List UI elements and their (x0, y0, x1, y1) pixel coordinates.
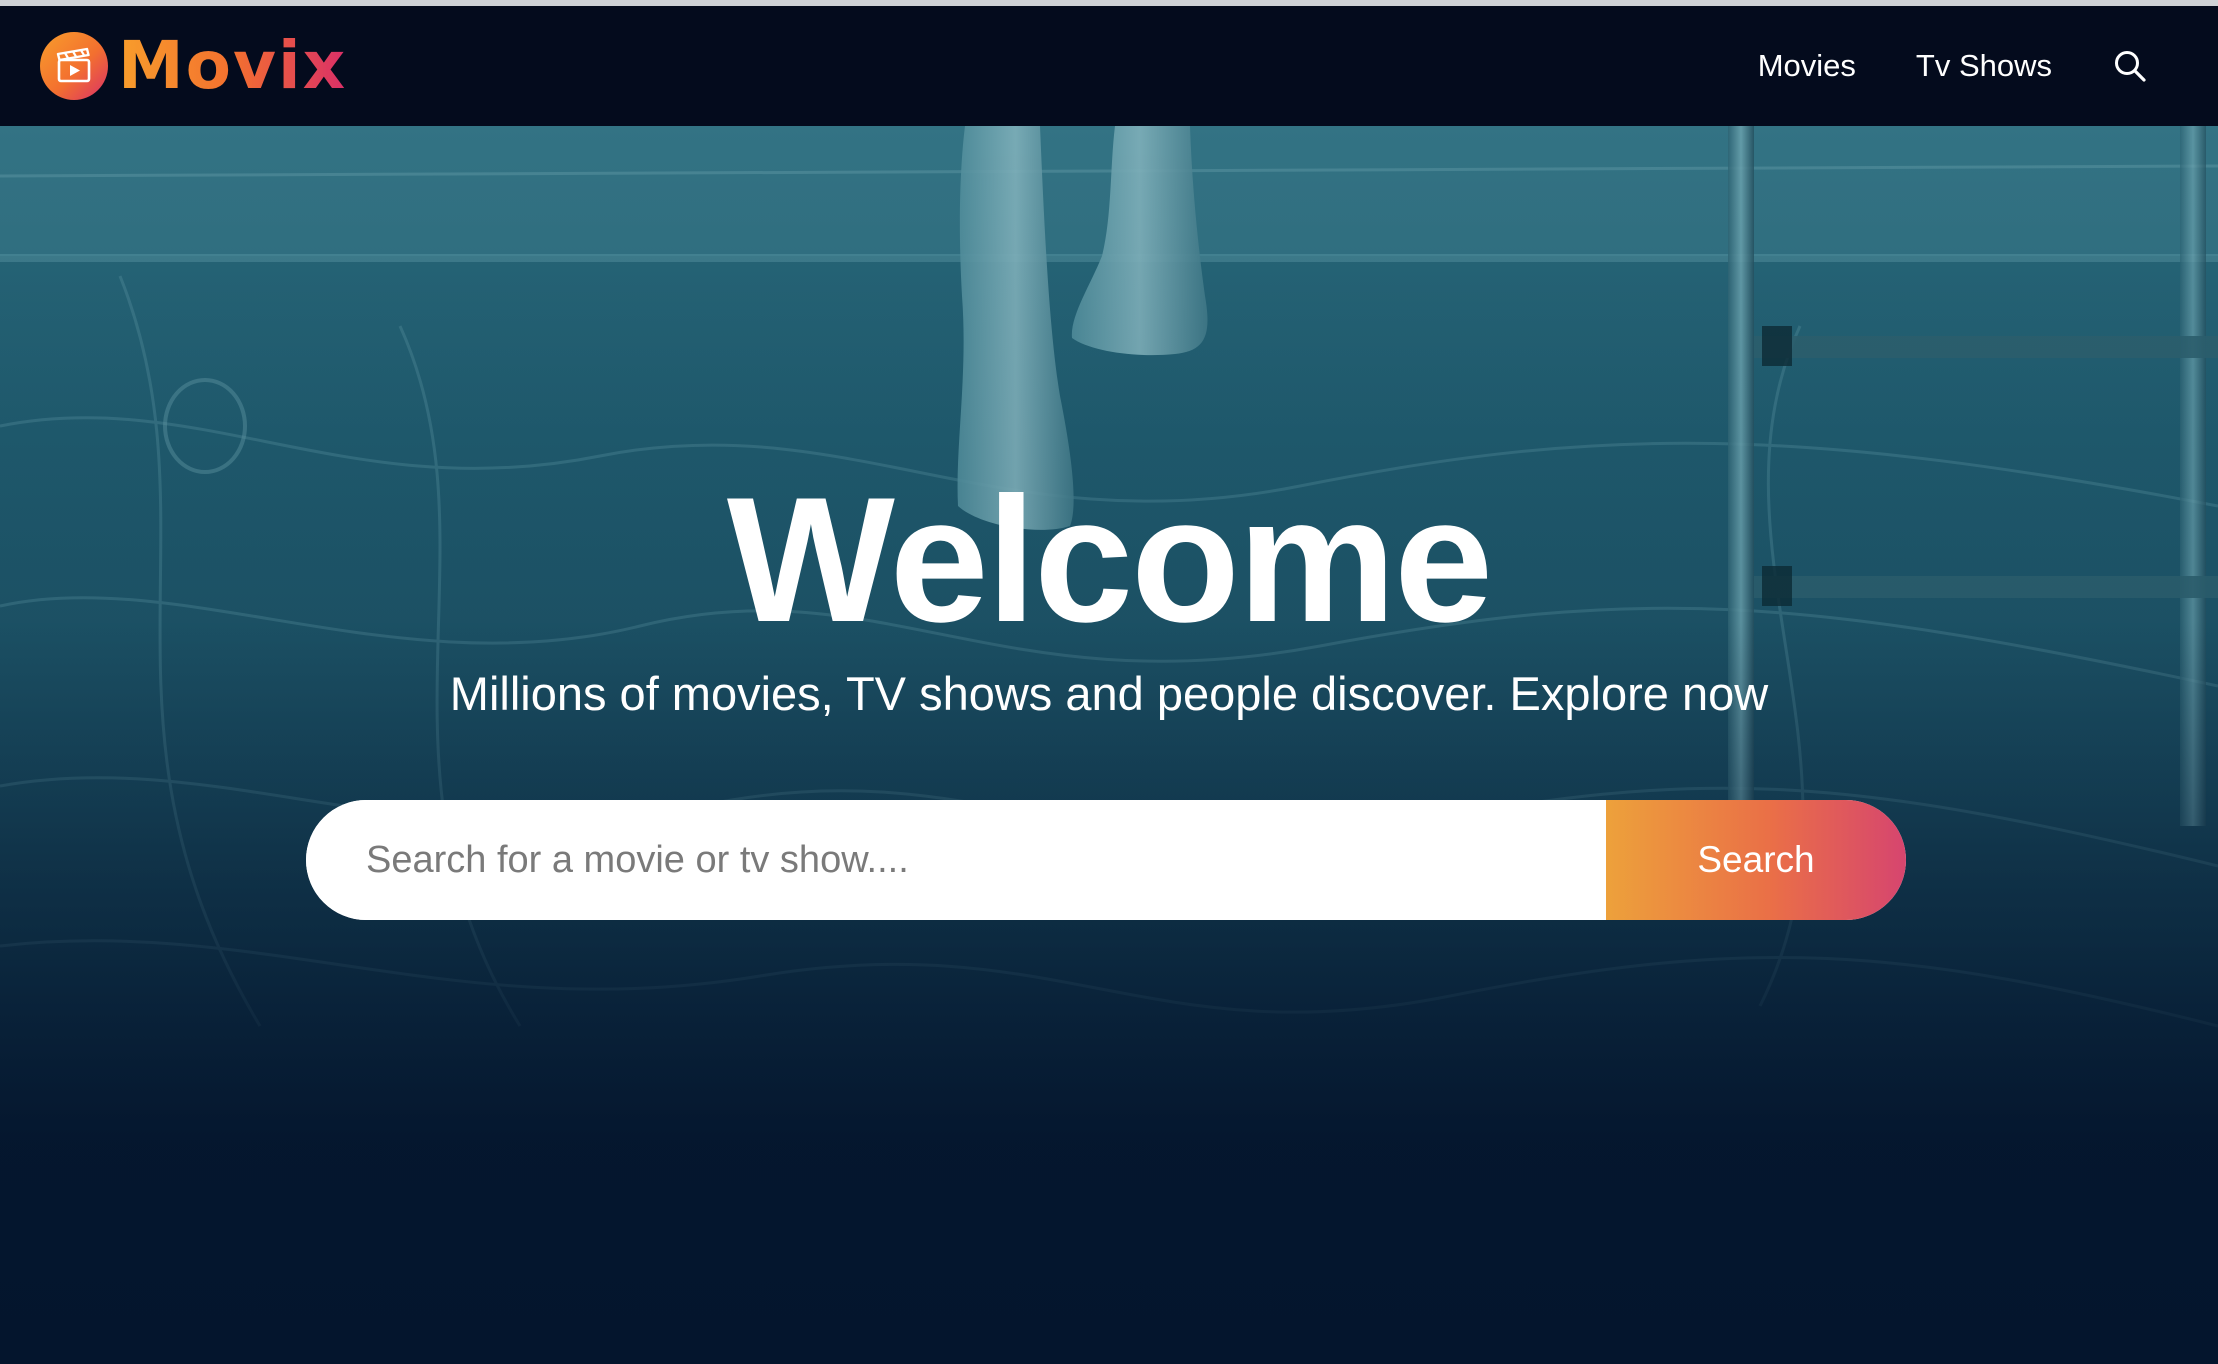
search-input[interactable] (306, 800, 1606, 920)
site-header: Movix Movies Tv Shows (0, 6, 2218, 126)
hero-gradient-overlay (0, 126, 2218, 1364)
page: Movix Movies Tv Shows Welcome Millions o… (0, 0, 2218, 1364)
hero-title: Welcome (726, 460, 1493, 659)
logo-wordmark: Movix (118, 27, 348, 104)
nav-tv-shows[interactable]: Tv Shows (1916, 48, 2052, 84)
nav-movies[interactable]: Movies (1758, 48, 1856, 84)
search-button[interactable]: Search (1606, 800, 1906, 920)
main-nav: Movies Tv Shows (1758, 6, 2218, 126)
clapperboard-icon (40, 32, 108, 100)
browser-top-edge (0, 0, 2218, 6)
search-icon[interactable] (2112, 48, 2148, 84)
movix-logo[interactable]: Movix (40, 28, 347, 104)
hero-subtitle: Millions of movies, TV shows and people … (449, 667, 1769, 720)
hero-banner: Welcome Millions of movies, TV shows and… (0, 126, 2218, 1364)
hero-search-bar: Search (306, 800, 1906, 920)
